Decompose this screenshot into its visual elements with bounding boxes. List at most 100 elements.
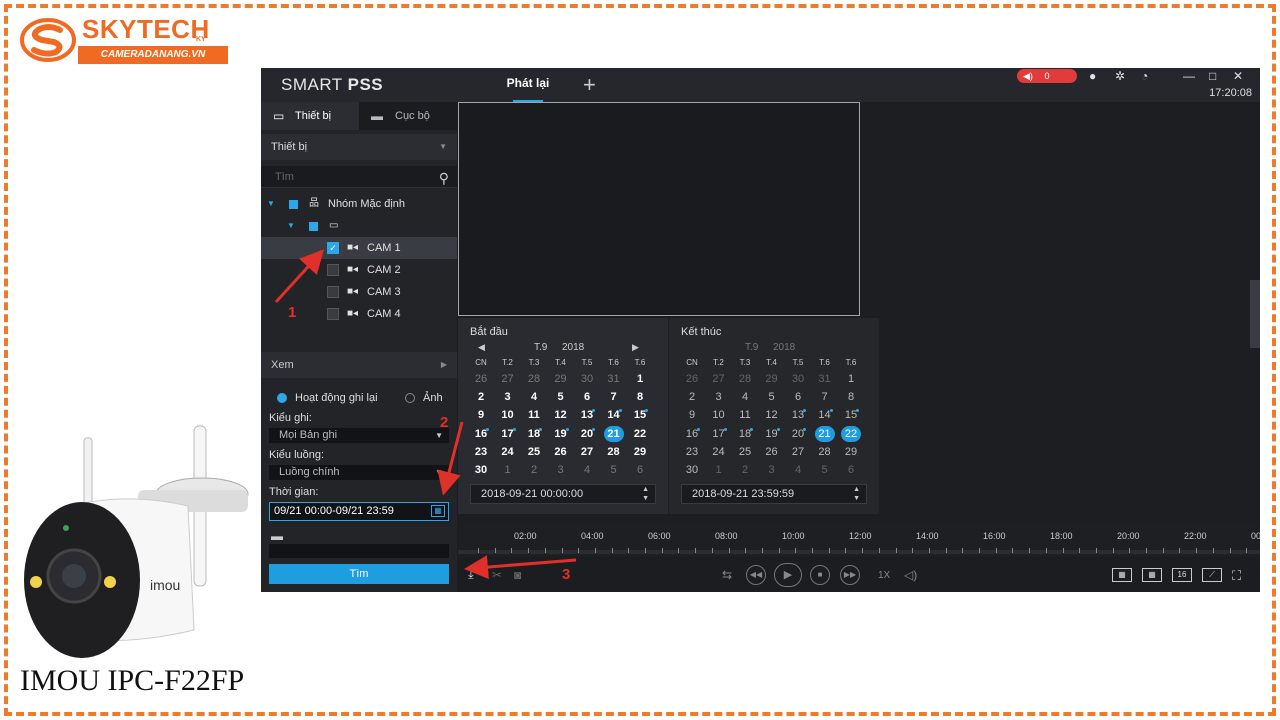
tree-group-row[interactable]: ▼ 品 Nhóm Mặc định [261, 193, 457, 215]
spinner-icon[interactable]: ▲ ▼ [642, 485, 649, 503]
search-button[interactable]: Tìm [269, 564, 449, 584]
minimize-icon[interactable]: — [1183, 69, 1195, 83]
calendar-day[interactable]: 25 [521, 443, 547, 461]
calendar-day[interactable]: 23 [679, 443, 705, 461]
calendar-day[interactable]: 9 [679, 406, 705, 424]
calendar-day[interactable]: 22 [627, 425, 653, 443]
camera-row[interactable]: ■◂ CAM 3 [261, 281, 457, 303]
calendar-day[interactable]: 24 [706, 443, 732, 461]
calendar-day[interactable]: 21 [601, 425, 627, 443]
calendar-day[interactable]: 26 [759, 443, 785, 461]
calendar-day[interactable]: 27 [495, 370, 521, 388]
calendar-day[interactable]: 6 [574, 388, 600, 406]
calendar-day[interactable]: 4 [785, 461, 811, 479]
calendar-day[interactable]: 3 [548, 461, 574, 479]
fullscreen-icon[interactable]: ⛶ [1232, 568, 1241, 584]
rewind-icon[interactable]: ◀◀ [746, 565, 766, 585]
calendar-day[interactable]: 14 [812, 406, 838, 424]
forward-icon[interactable]: ▶▶ [840, 565, 860, 585]
radio-image[interactable] [405, 393, 415, 403]
calendar-day[interactable]: 26 [468, 370, 494, 388]
calendar-day[interactable]: 1 [495, 461, 521, 479]
calendar-day[interactable]: 17 [706, 425, 732, 443]
calendar-day[interactable]: 1 [706, 461, 732, 479]
camera-row[interactable]: ■◂ CAM 2 [261, 259, 457, 281]
calendar-day[interactable]: 31 [601, 370, 627, 388]
expand-icon[interactable]: ▼ [287, 215, 295, 237]
calendar-day[interactable]: 11 [521, 406, 547, 424]
calendar-day[interactable]: 2 [679, 388, 705, 406]
calendar-day[interactable]: 12 [548, 406, 574, 424]
maximize-icon[interactable]: □ [1209, 69, 1216, 83]
expand-icon[interactable]: ▼ [267, 193, 275, 215]
alarm-badge[interactable]: ◀) 0 [1017, 69, 1077, 83]
calendar-day[interactable]: 30 [785, 370, 811, 388]
calendar-day[interactable]: 29 [759, 370, 785, 388]
calendar-day[interactable]: 7 [812, 388, 838, 406]
download-icon[interactable]: ⤓ [468, 566, 474, 582]
calendar-day[interactable]: 30 [468, 461, 494, 479]
spinner-icon[interactable]: ▲ ▼ [853, 485, 860, 503]
calendar-day[interactable]: 3 [495, 388, 521, 406]
calendar-day[interactable]: 18 [732, 425, 758, 443]
time-range-input[interactable]: 09/21 00:00-09/21 23:59 ▦ [269, 502, 449, 521]
calendar-day[interactable]: 16 [679, 425, 705, 443]
calendar-day[interactable]: 6 [627, 461, 653, 479]
calendar-day[interactable]: 16 [468, 425, 494, 443]
calendar-day[interactable]: 25 [732, 443, 758, 461]
calendar-day[interactable]: 1 [627, 370, 653, 388]
user-icon[interactable]: ● [1089, 69, 1096, 83]
start-datetime-input[interactable]: 2018-09-21 00:00:00 ▲ ▼ [470, 484, 656, 504]
calendar-day[interactable]: 5 [759, 388, 785, 406]
group-checkbox[interactable] [289, 200, 298, 209]
calendar-day[interactable]: 5 [601, 461, 627, 479]
calendar-day[interactable]: 27 [785, 443, 811, 461]
sync-icon[interactable]: ⇆ [722, 568, 732, 582]
calendar-day[interactable]: 13 [785, 406, 811, 424]
calendar-day[interactable]: 2 [732, 461, 758, 479]
calendar-day[interactable]: 20 [785, 425, 811, 443]
collapse-handle[interactable] [1250, 280, 1260, 348]
calendar-day[interactable]: 23 [468, 443, 494, 461]
calendar-day[interactable]: 5 [812, 461, 838, 479]
calendar-day[interactable]: 30 [679, 461, 705, 479]
calendar-day[interactable]: 4 [574, 461, 600, 479]
card-input[interactable] [269, 544, 449, 558]
device-checkbox[interactable] [309, 222, 318, 231]
calendar-day[interactable]: 27 [706, 370, 732, 388]
view-dropdown[interactable]: Xem ▶ [261, 352, 457, 378]
tree-device-row[interactable]: ▼ ▭ [261, 215, 457, 237]
calendar-day[interactable]: 26 [679, 370, 705, 388]
camera-checkbox[interactable]: ✓ [327, 242, 339, 254]
custom-layout-icon[interactable]: ⟋ [1202, 568, 1222, 582]
calendar-day[interactable]: 2 [468, 388, 494, 406]
tab-local[interactable]: ▬ Cục bộ [359, 102, 457, 130]
scissors-icon[interactable]: ✂ [492, 568, 502, 582]
prev-month-icon[interactable]: ◀ [478, 342, 485, 353]
calendar-day[interactable]: 28 [601, 443, 627, 461]
calendar-day[interactable]: 30 [574, 370, 600, 388]
stream-type-select[interactable]: Luồng chính ▼ [269, 465, 449, 480]
calendar-day[interactable]: 14 [601, 406, 627, 424]
calendar-day[interactable]: 2 [521, 461, 547, 479]
end-datetime-input[interactable]: 2018-09-21 23:59:59 ▲ ▼ [681, 484, 867, 504]
calendar-day[interactable]: 31 [812, 370, 838, 388]
search-input[interactable]: Tìm ⚲ [261, 166, 457, 188]
calendar-day[interactable]: 29 [627, 443, 653, 461]
calendar-day[interactable]: 8 [627, 388, 653, 406]
calendar-day[interactable]: 9 [468, 406, 494, 424]
calendar-day[interactable]: 20 [574, 425, 600, 443]
calendar-day[interactable]: 19 [548, 425, 574, 443]
camera-row[interactable]: ✓ ■◂ CAM 1 [261, 237, 457, 259]
next-month-icon[interactable]: ▶ [632, 342, 639, 353]
search-icon[interactable]: ⚲ [439, 167, 449, 189]
layout-16-icon[interactable]: 16 [1172, 568, 1192, 582]
close-icon[interactable]: ✕ [1233, 69, 1243, 83]
calendar-day[interactable]: 7 [601, 388, 627, 406]
camera-checkbox[interactable] [327, 264, 339, 276]
calendar-day[interactable]: 5 [548, 388, 574, 406]
video-window-right[interactable] [861, 102, 1260, 316]
snapshot-icon[interactable]: ◙ [514, 568, 521, 582]
calendar-day[interactable]: 11 [732, 406, 758, 424]
timeline[interactable]: 02:00 04:00 06:00 08:00 10:00 12:00 14:00 16:00… [458, 526, 1260, 556]
